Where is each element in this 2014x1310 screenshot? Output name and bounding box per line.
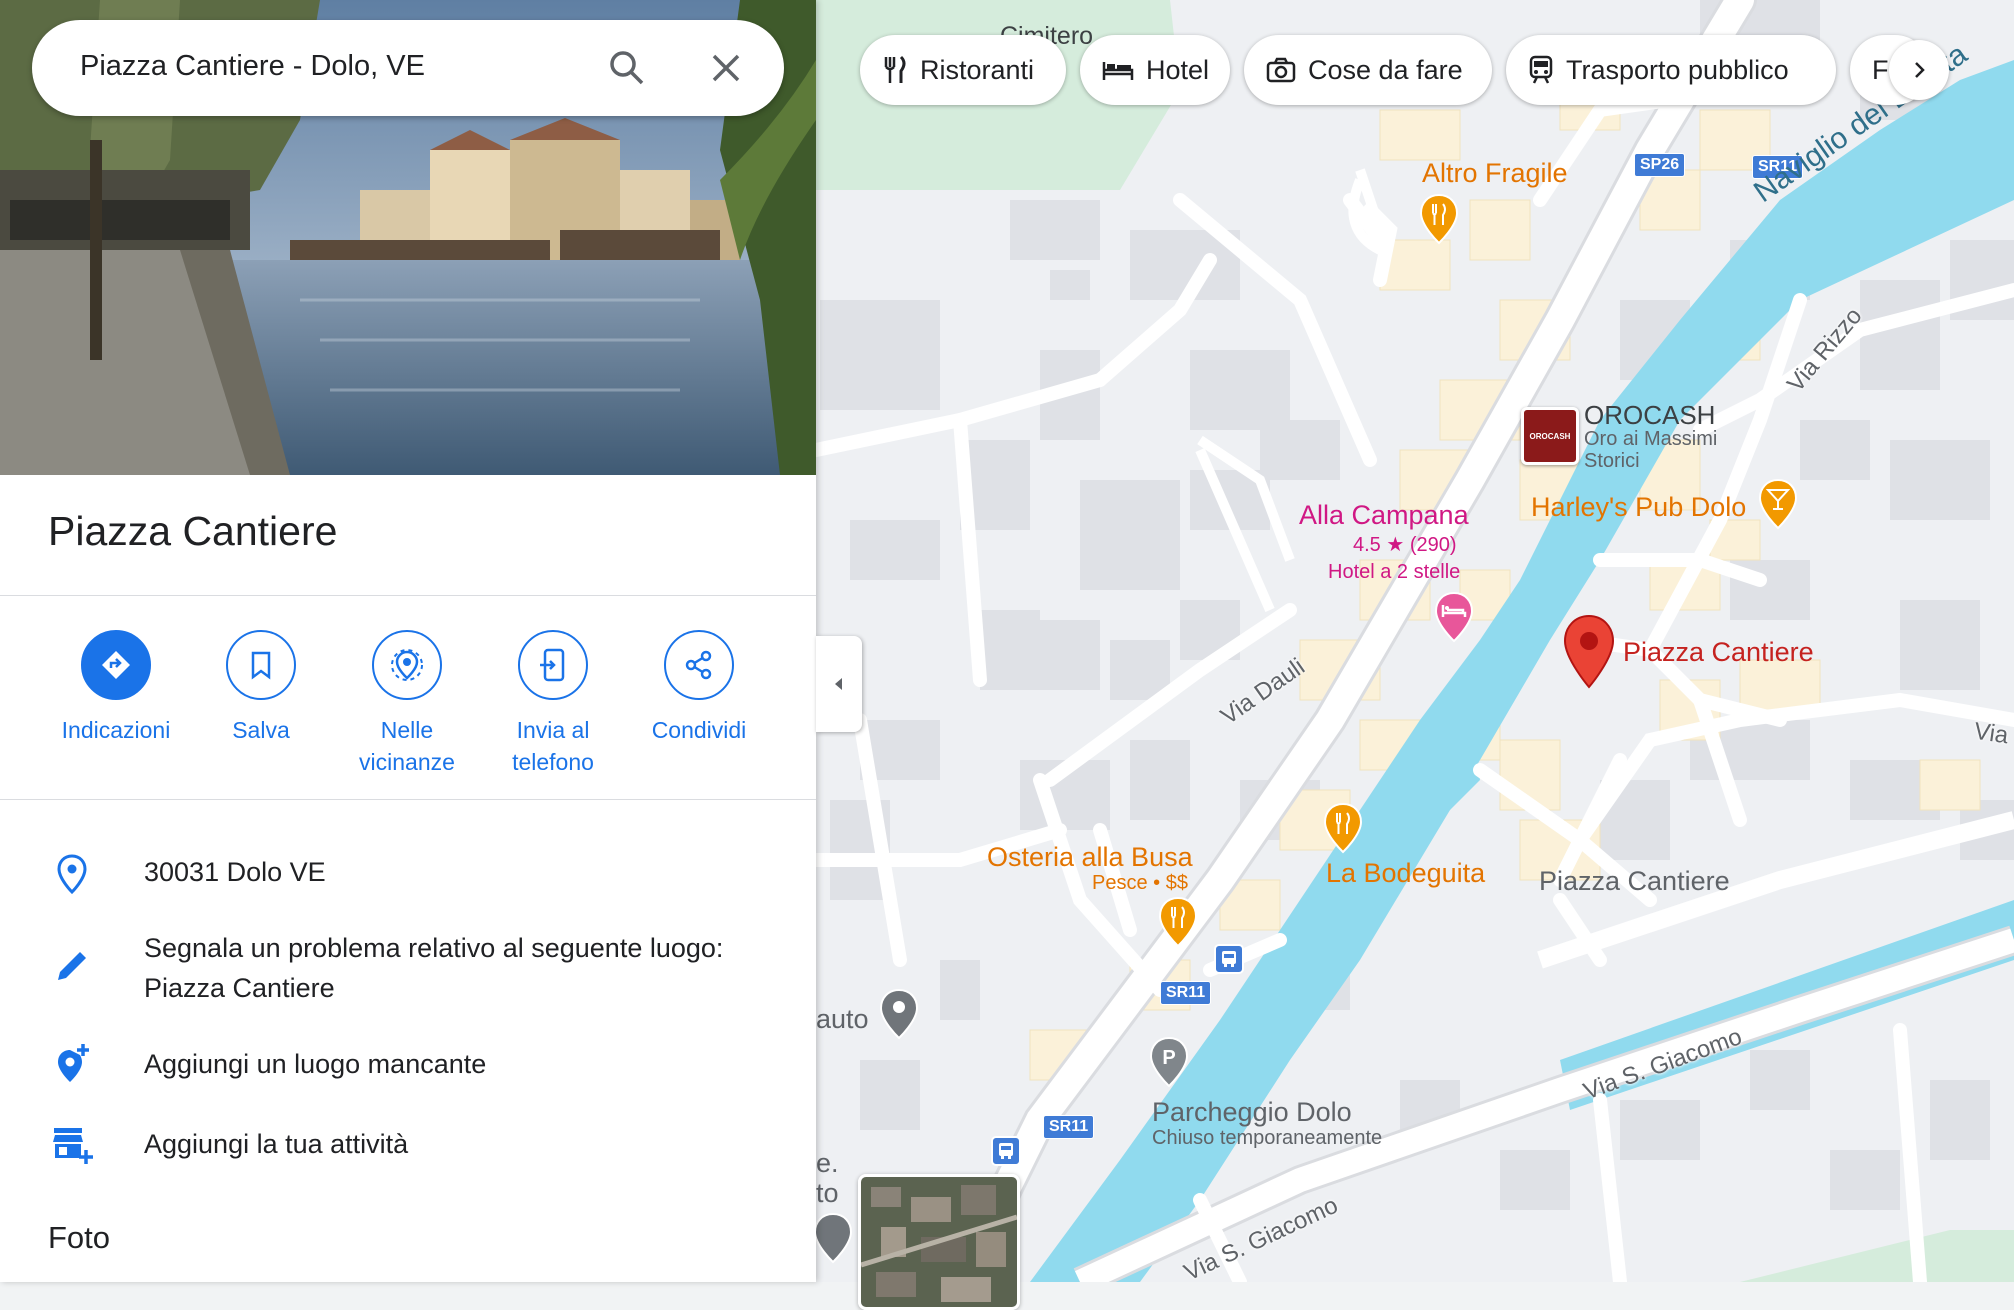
bookmark-icon: [251, 651, 271, 680]
report-problem-line2: Piazza Cantiere: [144, 973, 335, 1003]
chip-things-to-do[interactable]: Cose da fare: [1244, 35, 1492, 105]
restaurant-pin-icon[interactable]: [1418, 193, 1460, 245]
send-to-phone-circle: [518, 630, 588, 700]
satellite-thumbnail-image: [861, 1177, 1017, 1307]
hotel-pin-icon[interactable]: [1433, 591, 1475, 643]
chevron-right-icon: [1915, 62, 1925, 78]
photos-heading: Foto: [48, 1220, 111, 1255]
road-shield-sr11: SR11: [1160, 981, 1212, 1005]
bus-stop-icon[interactable]: [991, 1136, 1021, 1166]
add-location-icon: [58, 1044, 89, 1082]
map-label-auto: auto: [816, 1004, 869, 1034]
nearby-button[interactable]: Nelle vicinanze: [332, 630, 482, 778]
add-business-icon: [53, 1128, 93, 1164]
place-panel: Piazza Cantiere - Dolo, VE Piazza Cantie…: [0, 0, 816, 1282]
map-label-to: to: [816, 1178, 839, 1208]
orocash-logo-text: OROCASH: [1529, 431, 1571, 441]
save-label: Salva: [232, 717, 290, 743]
add-business-text: Aggiungi la tua attività: [144, 1129, 409, 1159]
save-button[interactable]: Salva: [186, 630, 336, 746]
send-to-phone-label: Invia al telefono: [512, 717, 594, 775]
fork-knife-icon: [884, 55, 906, 83]
map-label-altro-fragile[interactable]: Altro Fragile: [1422, 158, 1568, 189]
selected-place-pin-icon[interactable]: [1562, 614, 1616, 690]
address-text: 30031 Dolo VE: [144, 857, 326, 887]
share-button[interactable]: Condividi: [624, 630, 774, 746]
directions-icon: [102, 651, 130, 679]
chip-label: Cose da fare: [1308, 54, 1463, 85]
map-label-osteria[interactable]: Osteria alla Busa: [987, 842, 1193, 873]
map-label-orocash[interactable]: OROCASH: [1584, 400, 1715, 431]
map-label-piazza-cantiere-area[interactable]: Piazza Cantiere: [1539, 866, 1730, 897]
map-label-alla-campana-type: Hotel a 2 stelle: [1328, 561, 1461, 583]
map-label-harleys[interactable]: Harley's Pub Dolo: [1531, 492, 1746, 523]
add-missing-place-text: Aggiungi un luogo mancante: [144, 1049, 487, 1079]
search-icon[interactable]: [607, 48, 647, 88]
chip-label: Ristoranti: [920, 54, 1035, 85]
road-shield-sr11: SR11: [1043, 1115, 1095, 1139]
divider: [0, 799, 816, 800]
share-icon: [685, 650, 712, 680]
report-problem-row[interactable]: Segnala un problema relativo al seguente…: [0, 928, 816, 1012]
nearby-label: Nelle vicinanze: [359, 717, 455, 775]
share-label: Condividi: [651, 717, 747, 743]
divider: [0, 595, 816, 596]
train-icon: [1529, 55, 1553, 84]
collapse-panel-button[interactable]: [816, 636, 862, 732]
chip-public-transport[interactable]: Trasporto pubblico: [1506, 35, 1836, 105]
nearby-circle: [372, 630, 442, 700]
orocash-logo-icon[interactable]: OROCASH: [1521, 407, 1579, 465]
directions-button[interactable]: Indicazioni: [41, 630, 191, 746]
report-problem-line1: Segnala un problema relativo al seguente…: [144, 933, 724, 963]
share-circle: [664, 630, 734, 700]
directions-circle: [81, 630, 151, 700]
pencil-icon: [58, 952, 86, 980]
parking-pin-icon[interactable]: P: [1148, 1036, 1190, 1088]
nearby-icon: [391, 649, 423, 681]
send-to-phone-button[interactable]: Invia al telefono: [478, 630, 628, 778]
chip-label: F: [1872, 54, 1889, 85]
map-label-alla-campana[interactable]: Alla Campana: [1299, 500, 1469, 531]
camera-icon: [1266, 57, 1296, 83]
chip-label: Hotel: [1146, 54, 1210, 85]
map-label-parcheggio-sub: Chiuso temporaneamente: [1152, 1127, 1383, 1149]
close-icon[interactable]: [708, 50, 744, 86]
map-label-alla-campana-rating: 4.5 ★ (290): [1353, 534, 1457, 556]
search-input[interactable]: Piazza Cantiere - Dolo, VE: [80, 50, 425, 83]
restaurant-pin-icon[interactable]: [1157, 896, 1199, 948]
directions-label: Indicazioni: [61, 717, 171, 743]
restaurant-pin-icon[interactable]: [1322, 802, 1364, 854]
map-label-e: e.: [816, 1148, 839, 1178]
search-box[interactable]: Piazza Cantiere - Dolo, VE: [32, 20, 784, 116]
map-label-piazza-cantiere-pin[interactable]: Piazza Cantiere: [1623, 637, 1814, 668]
map-label-parcheggio[interactable]: Parcheggio Dolo: [1152, 1097, 1352, 1128]
place-pin-icon[interactable]: [878, 988, 920, 1040]
bar-pin-icon[interactable]: [1757, 478, 1799, 530]
map-label-orocash-sub2: Storici: [1584, 450, 1640, 472]
location-pin-icon: [57, 854, 87, 895]
satellite-layer-toggle[interactable]: [858, 1174, 1020, 1310]
bed-icon: [1102, 62, 1134, 80]
chips-scroll-right-button[interactable]: [1889, 40, 1949, 100]
add-missing-place-row[interactable]: Aggiungi un luogo mancante: [0, 1042, 816, 1090]
place-pin-icon[interactable]: [812, 1212, 854, 1264]
map-label-la-bodeguita[interactable]: La Bodeguita: [1326, 858, 1485, 889]
save-circle: [226, 630, 296, 700]
page-title: Piazza Cantiere: [48, 508, 338, 554]
chip-label: Trasporto pubblico: [1566, 54, 1789, 85]
caret-left-icon: [835, 678, 842, 690]
map-label-osteria-sub: Pesce • $$: [1092, 872, 1188, 894]
chip-hotel[interactable]: Hotel: [1080, 35, 1230, 105]
road-label-via: Via: [1972, 717, 2011, 750]
bus-stop-icon[interactable]: [1214, 944, 1244, 974]
road-shield-sp26: SP26: [1634, 153, 1686, 177]
svg-text:P: P: [1162, 1047, 1175, 1069]
chip-restaurants[interactable]: Ristoranti: [860, 35, 1066, 105]
send-to-phone-icon: [540, 648, 565, 682]
map-label-orocash-sub1: Oro ai Massimi: [1584, 428, 1718, 450]
address-row[interactable]: 30031 Dolo VE: [0, 850, 816, 898]
add-business-row[interactable]: Aggiungi la tua attività: [0, 1122, 816, 1170]
